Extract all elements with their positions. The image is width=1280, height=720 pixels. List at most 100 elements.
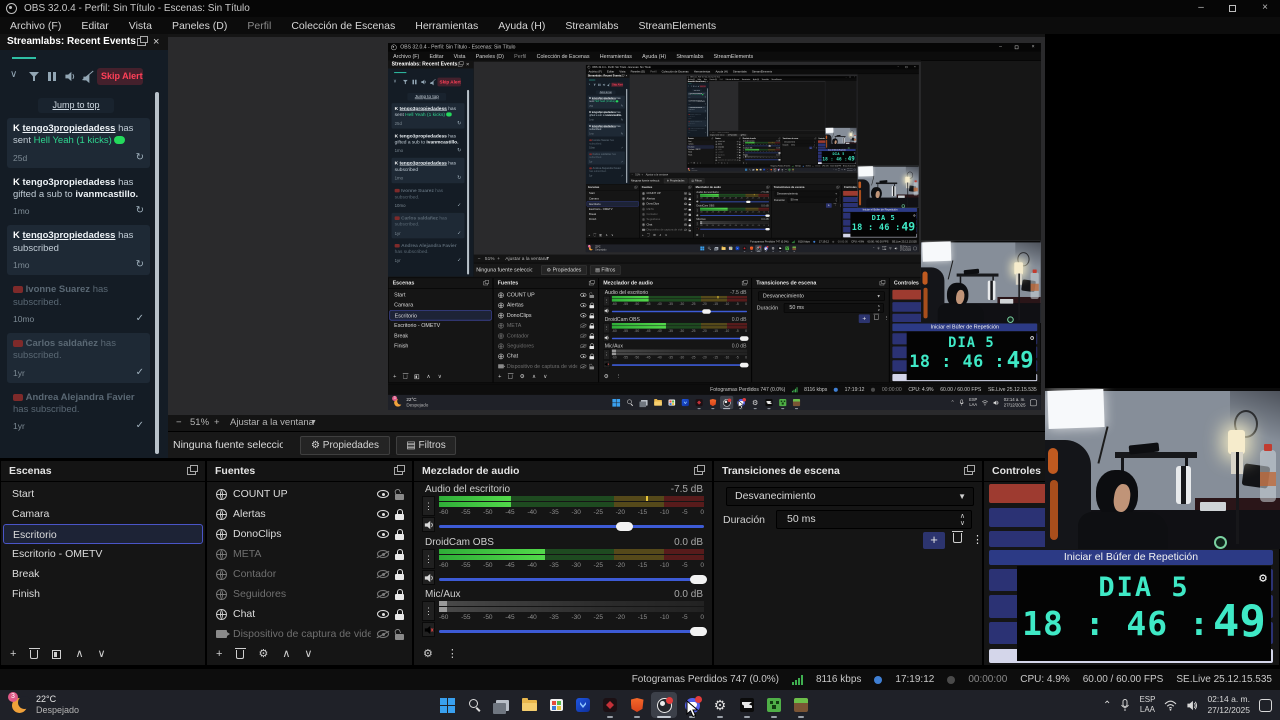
remove-transition-button[interactable] xyxy=(951,530,963,543)
obs-taskbar-button[interactable] xyxy=(651,692,677,718)
close-dock-icon[interactable]: × xyxy=(153,37,159,48)
event-user[interactable]: tengo3propiedadess xyxy=(23,230,116,241)
muted-speaker-icon[interactable] xyxy=(422,622,435,637)
volume-slider-handle[interactable] xyxy=(689,626,707,636)
hidden-eye-icon[interactable] xyxy=(377,590,389,598)
mute-alerts-icon[interactable] xyxy=(82,70,94,84)
red-app-button[interactable] xyxy=(597,692,623,718)
minecraft-creeper-button[interactable] xyxy=(761,692,787,718)
speaker-icon[interactable] xyxy=(64,71,76,82)
transition-select[interactable]: Desvanecimiento ▼ xyxy=(726,487,974,506)
popout-icon[interactable] xyxy=(394,465,405,475)
skip-alert-button[interactable]: Skip Alert xyxy=(97,68,143,85)
popout-icon[interactable] xyxy=(694,465,705,475)
menu-streamlabs[interactable]: Streamlabs xyxy=(555,20,628,32)
preview-canvas[interactable]: OBS 32.0.4 - Perfil: Sin Título - Escena… xyxy=(168,37,1045,415)
source-properties-gear-icon[interactable]: ⚙ xyxy=(258,649,268,660)
scene-item[interactable]: Escritorio - OMETV xyxy=(3,544,203,564)
lock-icon[interactable] xyxy=(395,508,404,520)
event-user[interactable]: Carlos saldañez xyxy=(26,338,98,349)
filters-button[interactable]: ▤ Filtros xyxy=(396,436,456,455)
minimize-button[interactable]: – xyxy=(1194,1,1208,15)
start-button[interactable] xyxy=(434,692,460,718)
remove-scene-button[interactable] xyxy=(28,647,40,659)
menu-coleccion[interactable]: Colección de Escenas xyxy=(281,20,405,32)
volume-slider-handle[interactable] xyxy=(615,521,633,531)
hidden-eye-icon[interactable] xyxy=(377,550,389,558)
advanced-audio-gear-icon[interactable]: ⚙ xyxy=(423,649,433,660)
hidden-eye-icon[interactable] xyxy=(377,570,389,578)
chevron-down-icon[interactable]: ∨ xyxy=(10,69,17,80)
event-card[interactable]: tengo3propiedadess has gifted a sub to i… xyxy=(7,172,150,222)
source-row[interactable]: Alertas xyxy=(209,504,410,524)
zoom-in-button[interactable]: + xyxy=(214,417,220,428)
menu-paneles[interactable]: Paneles (D) xyxy=(162,20,237,32)
properties-button[interactable]: ⚙ Propiedades xyxy=(300,436,390,455)
unlock-icon[interactable] xyxy=(395,629,404,640)
menu-ayuda[interactable]: Ayuda (H) xyxy=(488,20,555,32)
visibility-eye-icon[interactable] xyxy=(377,530,389,538)
event-card[interactable]: tengo3propiedadess has sent Hell Yeah (1… xyxy=(7,118,150,168)
replay-event-icon[interactable]: ↻ xyxy=(136,206,144,217)
visibility-eye-icon[interactable] xyxy=(377,510,389,518)
anvil-app-button[interactable] xyxy=(734,692,760,718)
clock-widget[interactable]: 02:14 a. m. 27/12/2025 xyxy=(1207,694,1250,715)
scene-item[interactable]: Camara xyxy=(3,504,203,524)
brave-browser-button[interactable] xyxy=(624,692,650,718)
move-source-up-button[interactable]: ∧ xyxy=(282,649,290,660)
file-explorer-button[interactable] xyxy=(516,692,542,718)
menu-vista[interactable]: Vista xyxy=(119,20,162,32)
event-user[interactable]: Ivonne Suarez xyxy=(26,284,90,295)
source-row[interactable]: Contador xyxy=(209,564,410,584)
taskbar-weather-widget[interactable]: 3 22°C Despejado xyxy=(8,692,180,717)
replay-event-icon[interactable]: ↻ xyxy=(136,260,144,271)
gear-icon[interactable]: ⚙ xyxy=(1259,572,1267,585)
source-row[interactable]: Chat xyxy=(209,604,410,624)
scene-item[interactable]: Break xyxy=(3,564,203,584)
hidden-eye-icon[interactable] xyxy=(377,630,389,638)
volume-slider-handle[interactable] xyxy=(689,574,707,584)
volume-slider[interactable] xyxy=(439,573,707,585)
scene-item[interactable]: Finish xyxy=(3,584,203,604)
volume-slider[interactable] xyxy=(439,625,707,637)
lock-icon[interactable] xyxy=(395,608,404,620)
event-card[interactable]: tengo3propiedadess has subscribed 1mo↻ xyxy=(7,225,150,276)
notification-center-icon[interactable] xyxy=(1259,698,1272,712)
event-user[interactable]: tengo3propiedadess xyxy=(23,177,116,188)
close-button[interactable]: × xyxy=(1258,1,1272,15)
source-row[interactable]: DonoClips xyxy=(209,524,410,544)
lock-icon[interactable] xyxy=(395,528,404,540)
event-card[interactable]: Andrea Alejandra Favier has subscribed. … xyxy=(7,387,150,437)
mixer-menu-kebab-icon[interactable]: ⋮ xyxy=(447,649,458,660)
visibility-eye-icon[interactable] xyxy=(377,610,389,618)
scene-item[interactable]: Start xyxy=(3,484,203,504)
visibility-eye-icon[interactable] xyxy=(377,490,389,498)
volume-slider[interactable] xyxy=(439,520,704,532)
popout-icon[interactable] xyxy=(964,465,975,475)
spin-down-icon[interactable]: ∨ xyxy=(960,520,965,527)
pause-icon[interactable] xyxy=(48,72,56,81)
menu-editar[interactable]: Editar xyxy=(71,20,118,32)
lock-icon[interactable] xyxy=(395,588,404,600)
channel-menu-kebab-icon[interactable]: ⋮ xyxy=(422,549,435,569)
lock-icon[interactable] xyxy=(395,568,404,580)
replay-event-icon[interactable]: ↻ xyxy=(136,152,144,164)
mute-speaker-icon[interactable] xyxy=(422,570,435,585)
popout-icon[interactable] xyxy=(137,36,148,46)
menu-archivo[interactable]: Archivo (F) xyxy=(0,20,71,32)
move-source-down-button[interactable]: ∨ xyxy=(304,649,312,660)
tray-expand-chevron-icon[interactable]: ⌃ xyxy=(1103,700,1111,711)
remove-source-button[interactable] xyxy=(234,647,246,659)
add-transition-button[interactable]: + xyxy=(923,532,945,549)
move-scene-up-button[interactable]: ∧ xyxy=(75,649,83,660)
event-card[interactable]: Ivonne Suarez has subscribed. 10mo ✓ xyxy=(7,279,150,329)
source-row[interactable]: META xyxy=(209,544,410,564)
maximize-button[interactable] xyxy=(1229,5,1236,12)
zoom-out-button[interactable]: − xyxy=(176,417,182,428)
menu-streamelements[interactable]: StreamElements xyxy=(628,20,726,32)
taskbar-search-button[interactable] xyxy=(462,692,488,718)
lock-icon[interactable] xyxy=(395,548,404,560)
fit-dropdown-caret-icon[interactable]: ▼ xyxy=(310,419,317,426)
source-row[interactable]: Seguidores xyxy=(209,584,410,604)
event-user[interactable]: Andrea Alejandra Favier xyxy=(26,392,135,403)
